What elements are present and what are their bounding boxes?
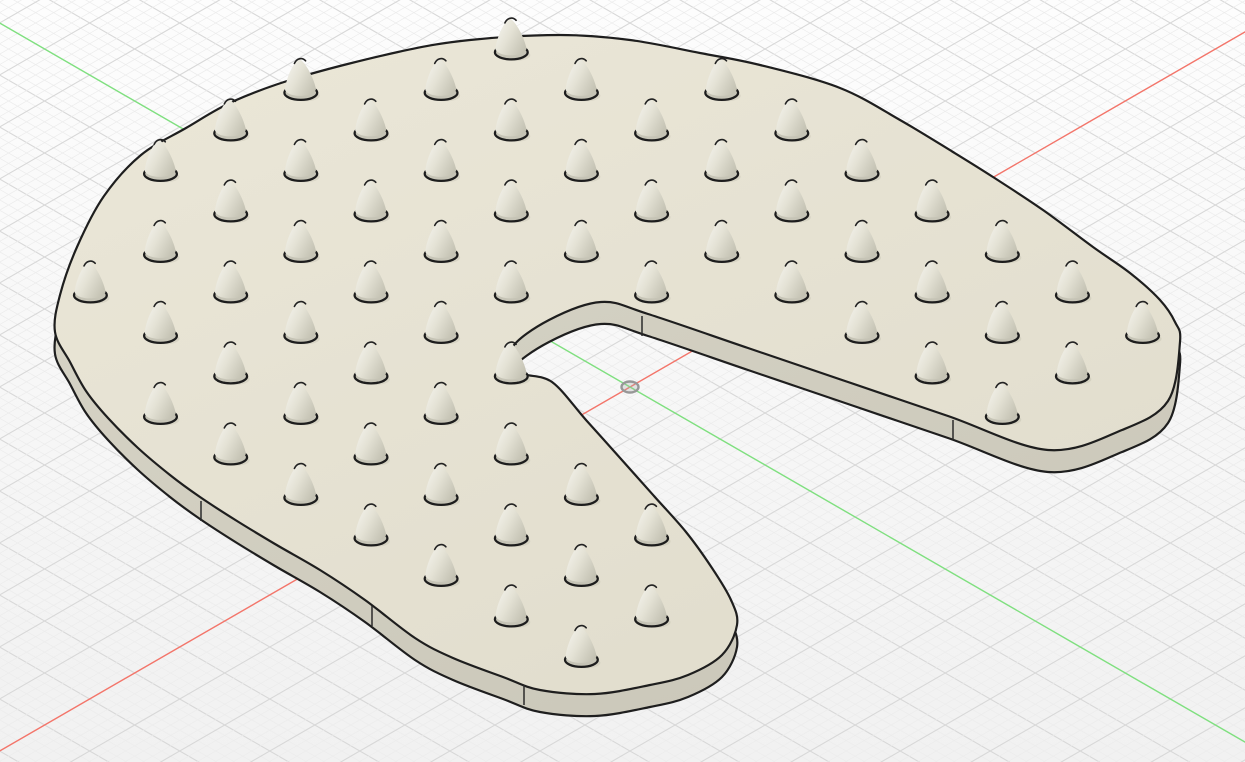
cad-canvas[interactable] xyxy=(0,0,1245,762)
cad-viewport xyxy=(0,0,1245,762)
origin-marker[interactable] xyxy=(622,382,639,393)
